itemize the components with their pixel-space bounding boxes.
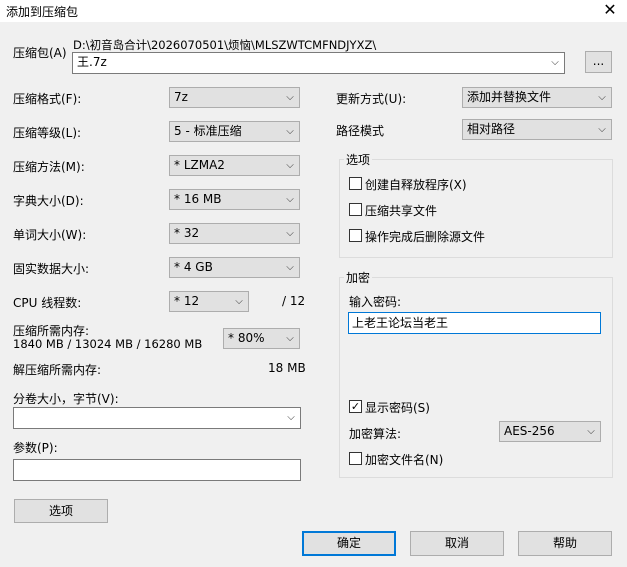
chevron-down-icon: ⌵ <box>286 333 294 344</box>
chevron-down-icon: ⌵ <box>587 426 595 437</box>
format-value: 7z <box>174 90 188 104</box>
cancel-button[interactable]: 取消 <box>410 531 504 556</box>
level-label: 压缩等级(L): <box>13 126 82 140</box>
ok-button[interactable]: 确定 <box>302 531 396 556</box>
archive-path: D:\初音岛合计\2026070501\烦恼\MLSZWTCMFNDJYXZ\ <box>73 38 377 52</box>
mem-compress-detail: 1840 MB / 13024 MB / 16280 MB <box>13 337 203 351</box>
archive-name-combo[interactable]: 王.7z ⌵ <box>72 52 565 74</box>
encrypt-group-title: 加密 <box>344 269 373 286</box>
dict-label: 字典大小(D): <box>13 194 84 208</box>
chevron-down-icon: ⌵ <box>551 57 559 68</box>
solid-label: 固实数据大小: <box>13 262 90 276</box>
show-password-label: 显示密码(S) <box>365 401 430 415</box>
sfx-label: 创建自释放程序(X) <box>365 178 467 192</box>
dict-value: * 16 MB <box>174 192 222 206</box>
delete-after-checkbox[interactable] <box>349 229 362 242</box>
word-select[interactable]: * 32 ⌵ <box>169 223 300 244</box>
chevron-down-icon: ⌵ <box>286 92 294 103</box>
method-value: * LZMA2 <box>174 158 225 172</box>
chevron-down-icon: ⌵ <box>287 412 295 423</box>
chevron-down-icon: ⌵ <box>286 228 294 239</box>
encrypt-names-label: 加密文件名(N) <box>365 453 444 467</box>
options-button[interactable]: 选项 <box>14 499 108 523</box>
volume-combo[interactable]: ⌵ <box>13 407 301 429</box>
update-select[interactable]: 添加并替换文件 ⌵ <box>462 87 612 108</box>
params-label: 参数(P): <box>13 441 58 455</box>
level-select[interactable]: 5 - 标准压缩 ⌵ <box>169 121 300 142</box>
options-group-title: 选项 <box>344 151 373 168</box>
shared-label: 压缩共享文件 <box>365 204 438 218</box>
archive-label: 压缩包(A) <box>13 46 67 60</box>
cpu-label: CPU 线程数: <box>13 296 82 310</box>
chevron-down-icon: ⌵ <box>598 92 606 103</box>
window-title: 添加到压缩包 <box>6 5 79 19</box>
update-label: 更新方式(U): <box>336 92 407 106</box>
format-select[interactable]: 7z ⌵ <box>169 87 300 108</box>
solid-select[interactable]: * 4 GB ⌵ <box>169 257 300 278</box>
check-icon: ✓ <box>350 400 361 413</box>
level-value: 5 - 标准压缩 <box>174 124 242 138</box>
chevron-down-icon: ⌵ <box>286 194 294 205</box>
solid-value: * 4 GB <box>174 260 213 274</box>
cpu-select[interactable]: * 12 ⌵ <box>169 291 249 312</box>
params-input[interactable] <box>13 459 301 481</box>
cpu-max: / 12 <box>282 294 306 308</box>
word-value: * 32 <box>174 226 200 240</box>
password-input[interactable]: 上老王论坛当老王 <box>348 312 601 334</box>
pathmode-value: 相对路径 <box>467 122 516 136</box>
method-select[interactable]: * LZMA2 ⌵ <box>169 155 300 176</box>
title-bar <box>0 0 627 22</box>
close-button[interactable]: ✕ <box>600 1 620 19</box>
encrypt-names-checkbox[interactable] <box>349 452 362 465</box>
pathmode-label: 路径模式 <box>336 124 385 138</box>
archive-name-value: 王.7z <box>77 55 107 69</box>
shared-checkbox[interactable] <box>349 203 362 216</box>
encrypt-method-label: 加密算法: <box>349 427 402 441</box>
word-label: 单词大小(W): <box>13 228 87 242</box>
format-label: 压缩格式(F): <box>13 92 82 106</box>
update-value: 添加并替换文件 <box>467 90 552 104</box>
close-icon: ✕ <box>603 0 617 19</box>
delete-after-label: 操作完成后删除源文件 <box>365 230 486 244</box>
chevron-down-icon: ⌵ <box>286 160 294 171</box>
mem-percent-select[interactable]: * 80% ⌵ <box>223 328 300 349</box>
chevron-down-icon: ⌵ <box>286 126 294 137</box>
help-button[interactable]: 帮助 <box>518 531 612 556</box>
dict-select[interactable]: * 16 MB ⌵ <box>169 189 300 210</box>
mem-percent-value: * 80% <box>228 331 265 345</box>
method-label: 压缩方法(M): <box>13 160 85 174</box>
show-password-checkbox[interactable]: ✓ <box>349 400 362 413</box>
volume-label: 分卷大小，字节(V): <box>13 392 119 406</box>
chevron-down-icon: ⌵ <box>598 124 606 135</box>
pathmode-select[interactable]: 相对路径 ⌵ <box>462 119 612 140</box>
chevron-down-icon: ⌵ <box>235 296 243 307</box>
browse-button[interactable]: ... <box>585 51 612 73</box>
cpu-value: * 12 <box>174 294 200 308</box>
encrypt-method-value: AES-256 <box>504 424 555 438</box>
encrypt-method-select[interactable]: AES-256 ⌵ <box>499 421 601 442</box>
mem-decompress-value: 18 MB <box>268 361 306 375</box>
chevron-down-icon: ⌵ <box>286 262 294 273</box>
password-label: 输入密码: <box>349 295 402 309</box>
sfx-checkbox[interactable] <box>349 177 362 190</box>
mem-decompress-label: 解压缩所需内存: <box>13 363 102 377</box>
